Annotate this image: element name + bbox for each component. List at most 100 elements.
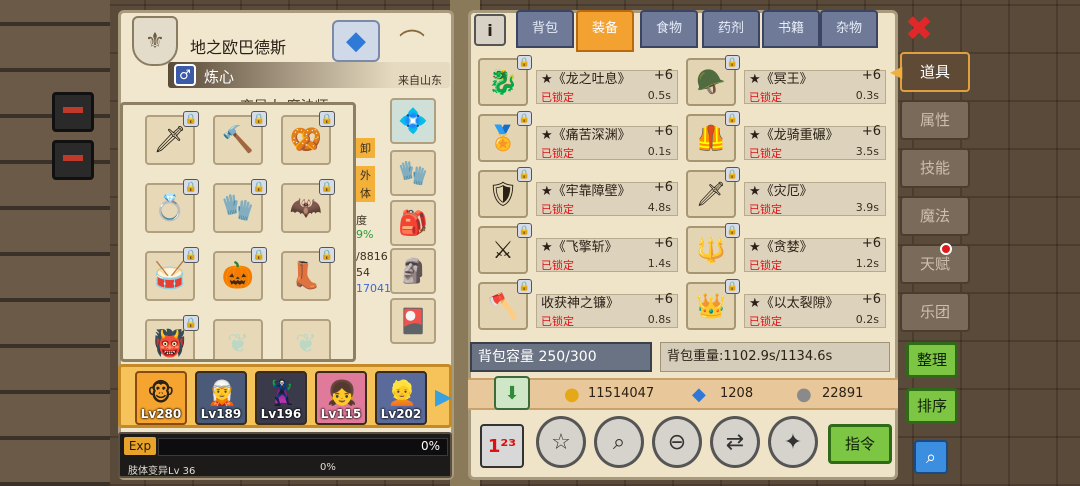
sub-exp-percent: 0% — [320, 462, 336, 473]
gold-coin-icon: ● — [564, 384, 580, 405]
sort-button[interactable]: 排序 — [906, 388, 958, 424]
gloves-slot[interactable]: 🧤 — [390, 150, 436, 196]
list-item[interactable]: 🐉 🔒 ★《龙之吐息》 +6 已锁定 0.5s — [474, 55, 680, 108]
equipment-grid: 🗡 🔒 🔨 🔒 🥨 🔒 💍 🔒 🧤 🔒 🦇 🔒 🥁 🔒 🎃 🔒 👢 🔒 👹 🔒 ❦ ❦ — [120, 102, 356, 362]
list-item[interactable]: ⚔ 🔒 ★《飞擎斩》 +6 已锁定 1.4s — [474, 223, 680, 276]
side-tab-items[interactable]: 道具 — [890, 52, 970, 92]
star-icon[interactable]: ☆ — [536, 416, 586, 468]
item-locked: 已锁定 — [749, 147, 782, 160]
side-tab-magic[interactable]: 魔法 — [900, 196, 970, 236]
hero-face-icon: 👧 — [327, 379, 357, 407]
boots-slot[interactable]: 🗿 — [390, 248, 436, 294]
hero-level: Lv196 — [260, 407, 302, 421]
item-time: 3.9s — [855, 201, 879, 214]
equip-slot[interactable]: 🧤 🔒 — [213, 179, 267, 233]
hero-portrait[interactable]: 👧 Lv115 — [315, 371, 367, 425]
item-info: ★《贪婪》 +6 已锁定 1.2s — [744, 236, 886, 272]
item-info: ★《牢靠障壁》 +6 已锁定 4.8s — [536, 180, 678, 216]
hero-level: Lv280 — [140, 407, 182, 421]
magnify-icon[interactable]: ⌕ — [594, 416, 644, 468]
exp-percent: 0% — [420, 439, 440, 453]
side-tab-skills[interactable]: 技能 — [900, 148, 970, 188]
gem-slot[interactable]: 💠 — [390, 98, 436, 144]
list-item[interactable]: 🪓 🔒 收获神之镰》 +6 已锁定 0.8s — [474, 279, 680, 332]
tab-food[interactable]: 食物 — [640, 10, 698, 48]
list-item[interactable]: 🏅 🔒 ★《痛苦深渊》 +6 已锁定 0.1s — [474, 111, 680, 164]
exp-tag: Exp — [124, 437, 156, 455]
stat-fragment: 54 — [356, 266, 370, 279]
lock-icon: 🔒 — [251, 111, 267, 127]
belt-slot[interactable]: 🎒 — [390, 200, 436, 246]
magnify-minus-icon[interactable]: ⊖ — [652, 416, 702, 468]
empty-slot[interactable]: ❦ — [281, 319, 331, 359]
item-plus: +6 — [861, 68, 881, 83]
close-icon[interactable]: ✖ — [902, 12, 936, 46]
item-time: 0.1s — [647, 145, 671, 158]
equip-slot[interactable]: 🥨 🔒 — [281, 111, 335, 165]
scythe-icon: 🪓 🔒 — [478, 279, 532, 330]
cape-slot[interactable]: 🎴 — [390, 298, 436, 344]
compass-icon[interactable]: ✦ — [768, 416, 818, 468]
list-item[interactable]: 🗡 🔒 ★《灾厄》 已锁定 3.9s — [682, 167, 888, 220]
tab-equipment[interactable]: 装备 — [576, 10, 634, 52]
item-plus: +6 — [653, 180, 673, 195]
organize-button[interactable]: 整理 — [906, 342, 958, 378]
stat-fragment: 17041 — [356, 282, 391, 295]
lock-icon: 🔒 — [725, 279, 740, 294]
pillar — [52, 140, 94, 180]
equip-slot[interactable]: 🎃 🔒 — [213, 247, 267, 301]
list-item[interactable]: 👑 🔒 ★《以太裂隙》 +6 已锁定 0.2s — [682, 279, 888, 332]
lock-icon: 🔒 — [517, 167, 532, 182]
search-icon[interactable]: ⌕ — [914, 440, 948, 474]
item-time: 1.2s — [855, 257, 879, 270]
tab-books[interactable]: 书籍 — [762, 10, 820, 48]
list-item[interactable]: 🔱 🔒 ★《贪婪》 +6 已锁定 1.2s — [682, 223, 888, 276]
hero-portrait[interactable]: 🐵 Lv280 — [135, 371, 187, 425]
download-icon[interactable]: ⬇ — [494, 376, 530, 410]
equip-slot[interactable]: 🔨 🔒 — [213, 111, 267, 165]
equip-slot[interactable]: 👹 🔒 — [145, 315, 199, 359]
item-locked: 已锁定 — [749, 203, 782, 216]
item-info: ★《痛苦深渊》 +6 已锁定 0.1s — [536, 124, 678, 160]
side-tab-talent[interactable]: 天赋 — [900, 244, 970, 284]
empty-slot[interactable]: ❦ — [213, 319, 263, 359]
command-button[interactable]: 指令 — [828, 424, 892, 464]
exp-bar — [158, 438, 448, 456]
item-info: ★《龙之吐息》 +6 已锁定 0.5s — [536, 68, 678, 104]
list-item[interactable]: 🪖 🔒 ★《冥王》 +6 已锁定 0.3s — [682, 55, 888, 108]
item-info: 收获神之镰》 +6 已锁定 0.8s — [536, 292, 678, 328]
equip-slot[interactable]: 🦇 🔒 — [281, 179, 335, 233]
character-header: ⚜ 地之欧巴德斯 ◆ ⌒ — [126, 16, 442, 66]
item-plus: +6 — [653, 68, 673, 83]
list-item[interactable]: 🛡 🔒 ★《牢靠障壁》 +6 已锁定 4.8s — [474, 167, 680, 220]
tab-backpack[interactable]: 背包 — [516, 10, 574, 48]
equip-slot[interactable]: 👢 🔒 — [281, 247, 335, 301]
side-tab-band[interactable]: 乐团 — [900, 292, 970, 332]
item-plus: +6 — [861, 236, 881, 251]
hero-portrait[interactable]: 🧝 Lv189 — [195, 371, 247, 425]
hero-portrait[interactable]: 🦹 Lv196 — [255, 371, 307, 425]
next-arrow-icon[interactable]: ▶ — [435, 385, 453, 411]
equip-slot[interactable]: 🥁 🔒 — [145, 247, 199, 301]
item-info: ★《冥王》 +6 已锁定 0.3s — [744, 68, 886, 104]
tab-misc[interactable]: 杂物 — [820, 10, 878, 48]
item-info: ★《灾厄》 已锁定 3.9s — [744, 182, 886, 216]
tab-potion[interactable]: 药剂 — [702, 10, 760, 48]
number-sort-icon[interactable]: 1²³ — [480, 424, 524, 468]
armor-icon: 🦺 🔒 — [686, 111, 740, 162]
equip-slot[interactable]: 🗡 🔒 — [145, 111, 199, 165]
info-button[interactable]: i — [474, 14, 506, 46]
equip-slot[interactable]: 💍 🔒 — [145, 179, 199, 233]
side-tab-attributes[interactable]: 属性 — [900, 100, 970, 140]
hero-face-icon: 🦹 — [267, 379, 297, 407]
swap-icon[interactable]: ⇄ — [710, 416, 760, 468]
hanger-icon[interactable]: ⌒ — [388, 20, 436, 62]
hero-portrait[interactable]: 👱 Lv202 — [375, 371, 427, 425]
amulet-icon: 🏅 🔒 — [478, 111, 532, 162]
list-item[interactable]: 🦺 🔒 ★《龙骑重碾》 +6 已锁定 3.5s — [682, 111, 888, 164]
crystal-icon[interactable]: ◆ — [332, 20, 380, 62]
item-plus: +6 — [653, 124, 673, 139]
silver-coin-icon: ● — [796, 384, 812, 405]
item-name: ★《痛苦深渊》 — [541, 128, 631, 143]
exp-block: Exp 0% 肢体变异Lv 36 0% — [118, 432, 452, 478]
